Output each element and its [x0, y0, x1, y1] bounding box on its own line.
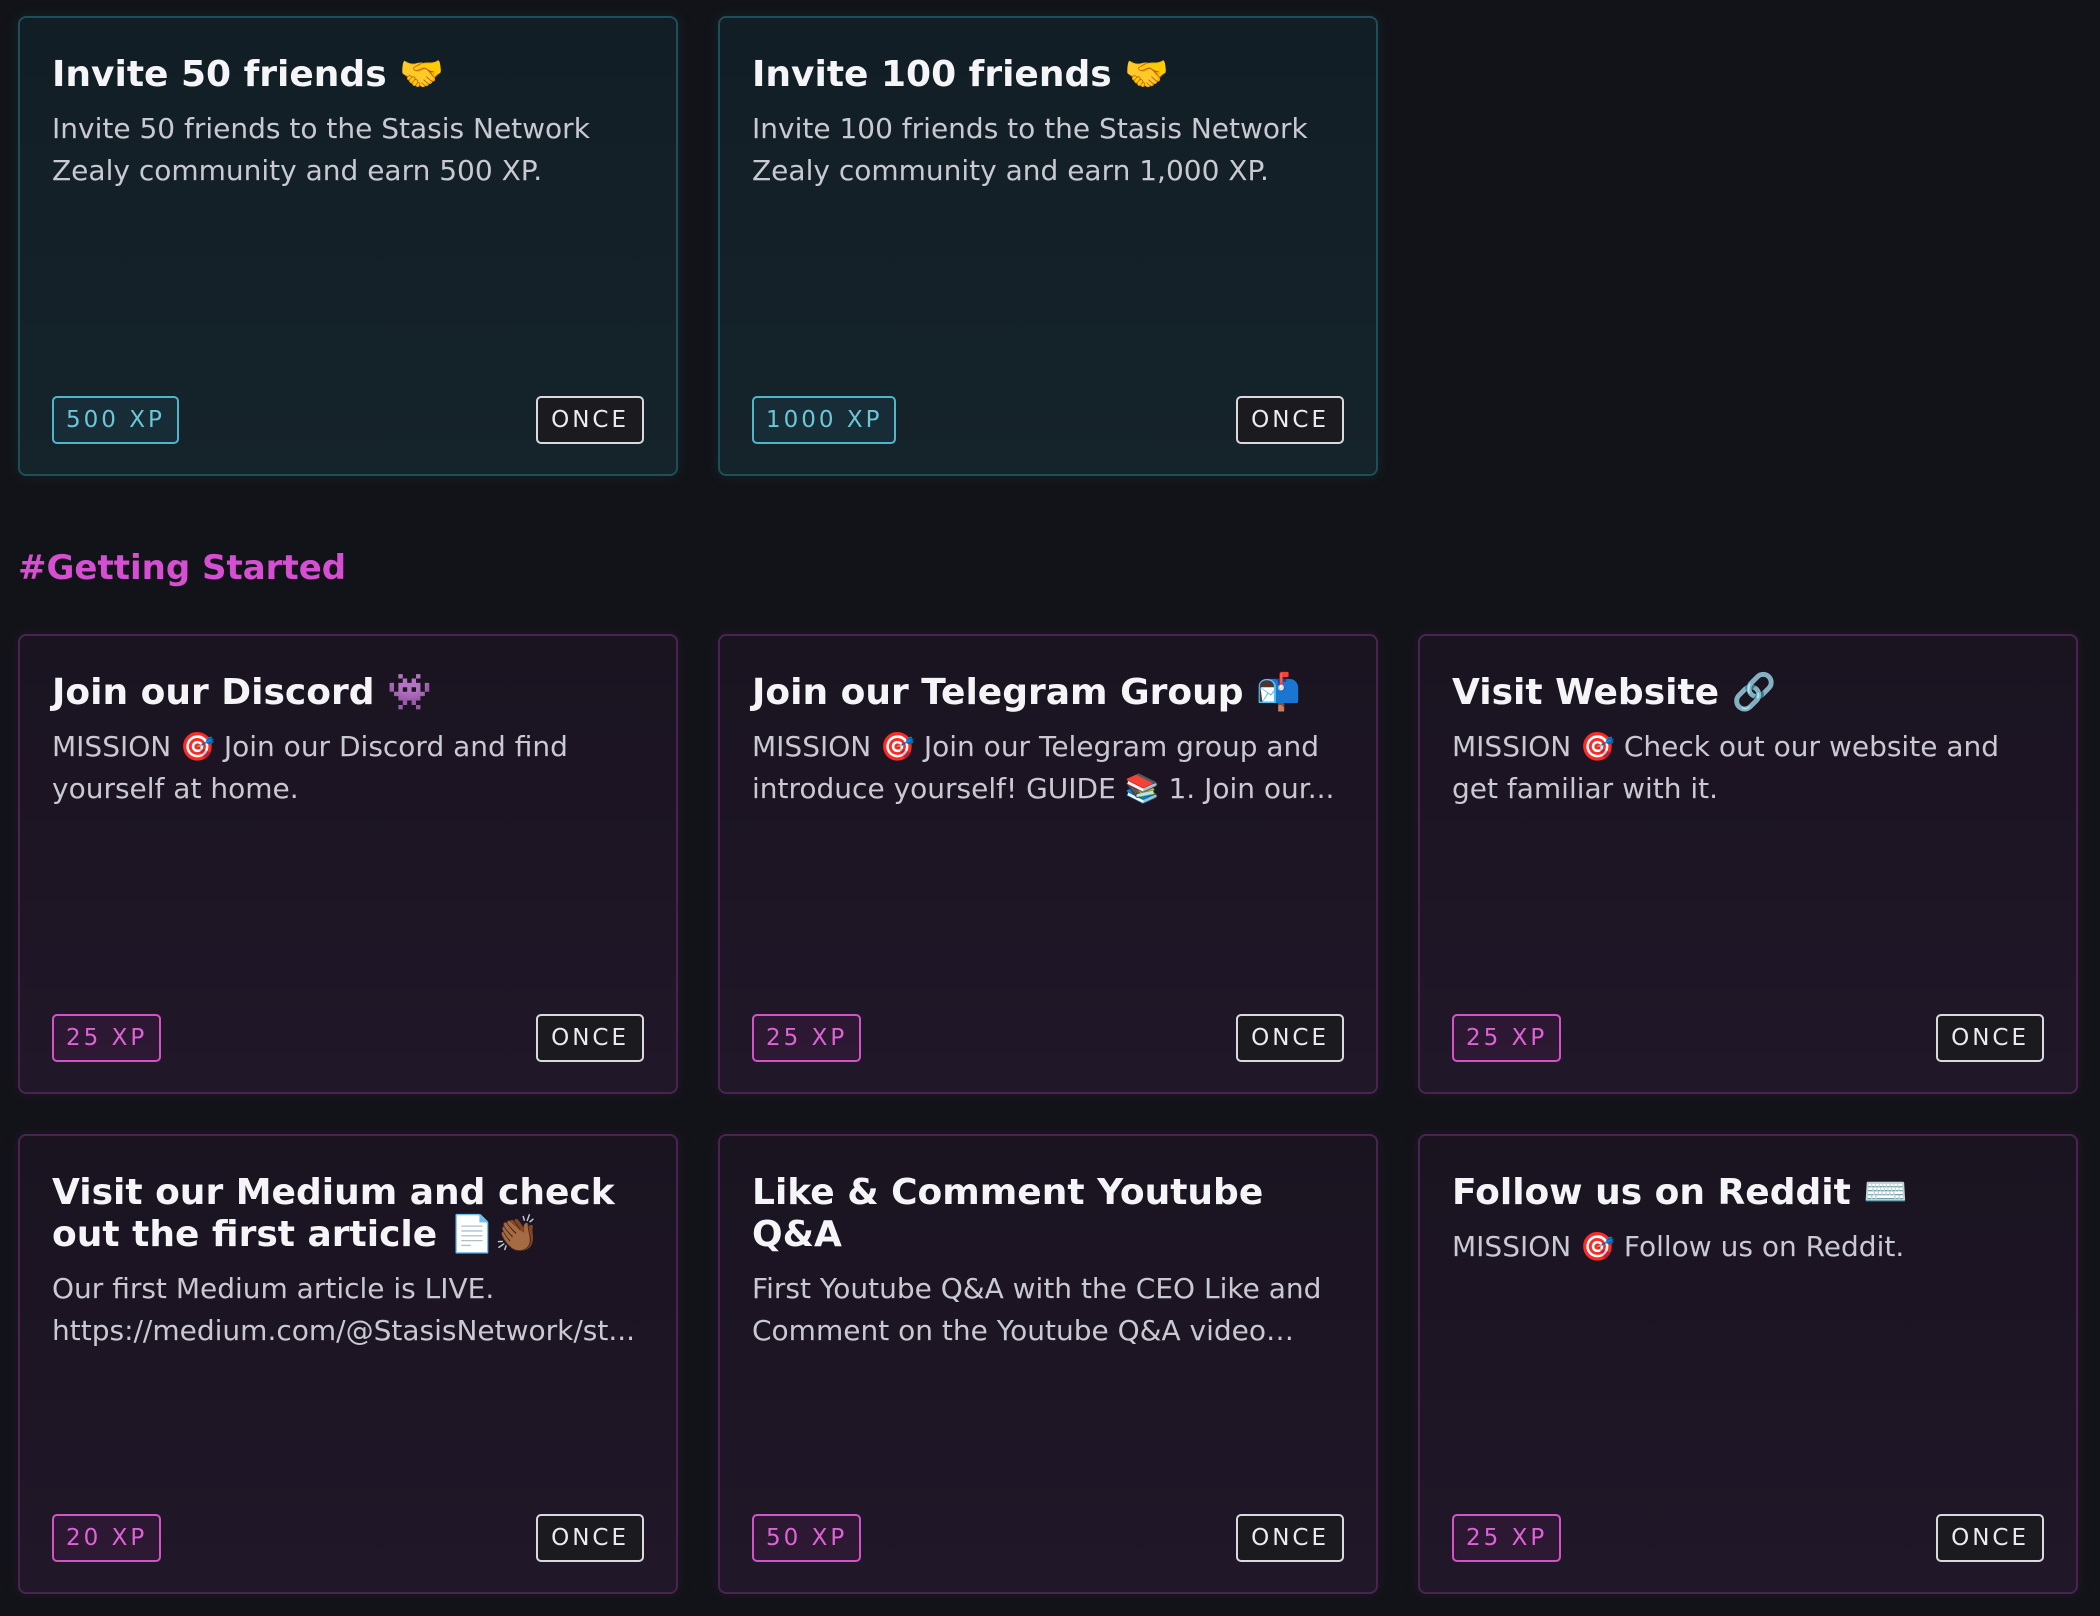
- quest-board: Invite 50 friends 🤝 Invite 50 friends to…: [0, 0, 2100, 1616]
- quest-card-invite-50[interactable]: Invite 50 friends 🤝 Invite 50 friends to…: [18, 16, 678, 476]
- quest-description: MISSION 🎯 Follow us on Reddit.: [1452, 1230, 1905, 1263]
- quest-title: Like & Comment Youtube Q&A: [752, 1172, 1264, 1255]
- quest-footer: 20 XP ONCE: [52, 1514, 644, 1562]
- xp-badge: 20 XP: [52, 1514, 162, 1562]
- quest-title: Follow us on Reddit ⌨️: [1452, 1172, 1909, 1213]
- quest-footer: 1000 XP ONCE: [752, 396, 1344, 444]
- xp-badge: 25 XP: [1452, 1514, 1562, 1562]
- handshake-icon: 🤝: [1124, 54, 1170, 95]
- quest-footer: 50 XP ONCE: [752, 1514, 1344, 1562]
- alien-monster-icon: 👾: [387, 672, 432, 713]
- quest-title: Join our Telegram Group 📬: [752, 672, 1301, 713]
- quest-description: MISSION 🎯 Join our Discord and find your…: [52, 730, 568, 805]
- recurrence-badge: ONCE: [536, 1514, 644, 1562]
- quest-title: Invite 100 friends 🤝: [752, 54, 1170, 95]
- quest-footer: 25 XP ONCE: [52, 1014, 644, 1062]
- quest-card-reddit[interactable]: Follow us on Reddit ⌨️ MISSION 🎯 Follow …: [1418, 1134, 2078, 1594]
- quest-description: Our first Medium article is LIVE. https:…: [52, 1272, 636, 1347]
- quest-footer: 25 XP ONCE: [1452, 1014, 2044, 1062]
- quest-footer: 25 XP ONCE: [1452, 1514, 2044, 1562]
- quest-title: Visit Website 🔗: [1452, 672, 1777, 713]
- handshake-icon: 🤝: [399, 54, 444, 95]
- page-clap-icon: 📄👏🏾: [449, 1214, 540, 1255]
- quest-title: Join our Discord 👾: [52, 672, 432, 713]
- quest-description: MISSION 🎯 Check out our website and get …: [1452, 730, 1999, 805]
- section-heading-getting-started: #Getting Started: [18, 548, 347, 588]
- mailbox-icon: 📬: [1256, 672, 1301, 713]
- getting-started-quests: Join our Discord 👾 MISSION 🎯 Join our Di…: [18, 634, 2078, 1594]
- recurrence-badge: ONCE: [1936, 1514, 2044, 1562]
- quest-footer: 500 XP ONCE: [52, 396, 644, 444]
- xp-badge: 50 XP: [752, 1514, 862, 1562]
- quest-title: Invite 50 friends 🤝: [52, 54, 444, 95]
- recurrence-badge: ONCE: [536, 396, 644, 444]
- quest-description: Invite 100 friends to the Stasis Network…: [752, 112, 1308, 187]
- link-icon: 🔗: [1731, 672, 1777, 713]
- quest-card-invite-100[interactable]: Invite 100 friends 🤝 Invite 100 friends …: [718, 16, 1378, 476]
- quest-card-website[interactable]: Visit Website 🔗 MISSION 🎯 Check out our …: [1418, 634, 2078, 1094]
- quest-card-telegram[interactable]: Join our Telegram Group 📬 MISSION 🎯 Join…: [718, 634, 1378, 1094]
- xp-badge: 25 XP: [52, 1014, 162, 1062]
- keyboard-icon: ⌨️: [1863, 1172, 1909, 1213]
- quest-card-medium[interactable]: Visit our Medium and check out the first…: [18, 1134, 678, 1594]
- xp-badge: 25 XP: [752, 1014, 862, 1062]
- xp-badge: 25 XP: [1452, 1014, 1562, 1062]
- quest-card-youtube[interactable]: Like & Comment Youtube Q&A First Youtube…: [718, 1134, 1378, 1594]
- quest-description: Invite 50 friends to the Stasis Network …: [52, 112, 590, 187]
- quest-title: Visit our Medium and check out the first…: [52, 1172, 615, 1255]
- invite-quests-row: Invite 50 friends 🤝 Invite 50 friends to…: [18, 16, 2078, 476]
- recurrence-badge: ONCE: [1236, 396, 1344, 444]
- recurrence-badge: ONCE: [1936, 1014, 2044, 1062]
- quest-description: First Youtube Q&A with the CEO Like and …: [752, 1272, 1322, 1347]
- xp-badge: 1000 XP: [752, 396, 897, 444]
- recurrence-badge: ONCE: [1236, 1014, 1344, 1062]
- quest-card-discord[interactable]: Join our Discord 👾 MISSION 🎯 Join our Di…: [18, 634, 678, 1094]
- quest-footer: 25 XP ONCE: [752, 1014, 1344, 1062]
- recurrence-badge: ONCE: [1236, 1514, 1344, 1562]
- quest-description: MISSION 🎯 Join our Telegram group and in…: [752, 730, 1335, 805]
- recurrence-badge: ONCE: [536, 1014, 644, 1062]
- xp-badge: 500 XP: [52, 396, 179, 444]
